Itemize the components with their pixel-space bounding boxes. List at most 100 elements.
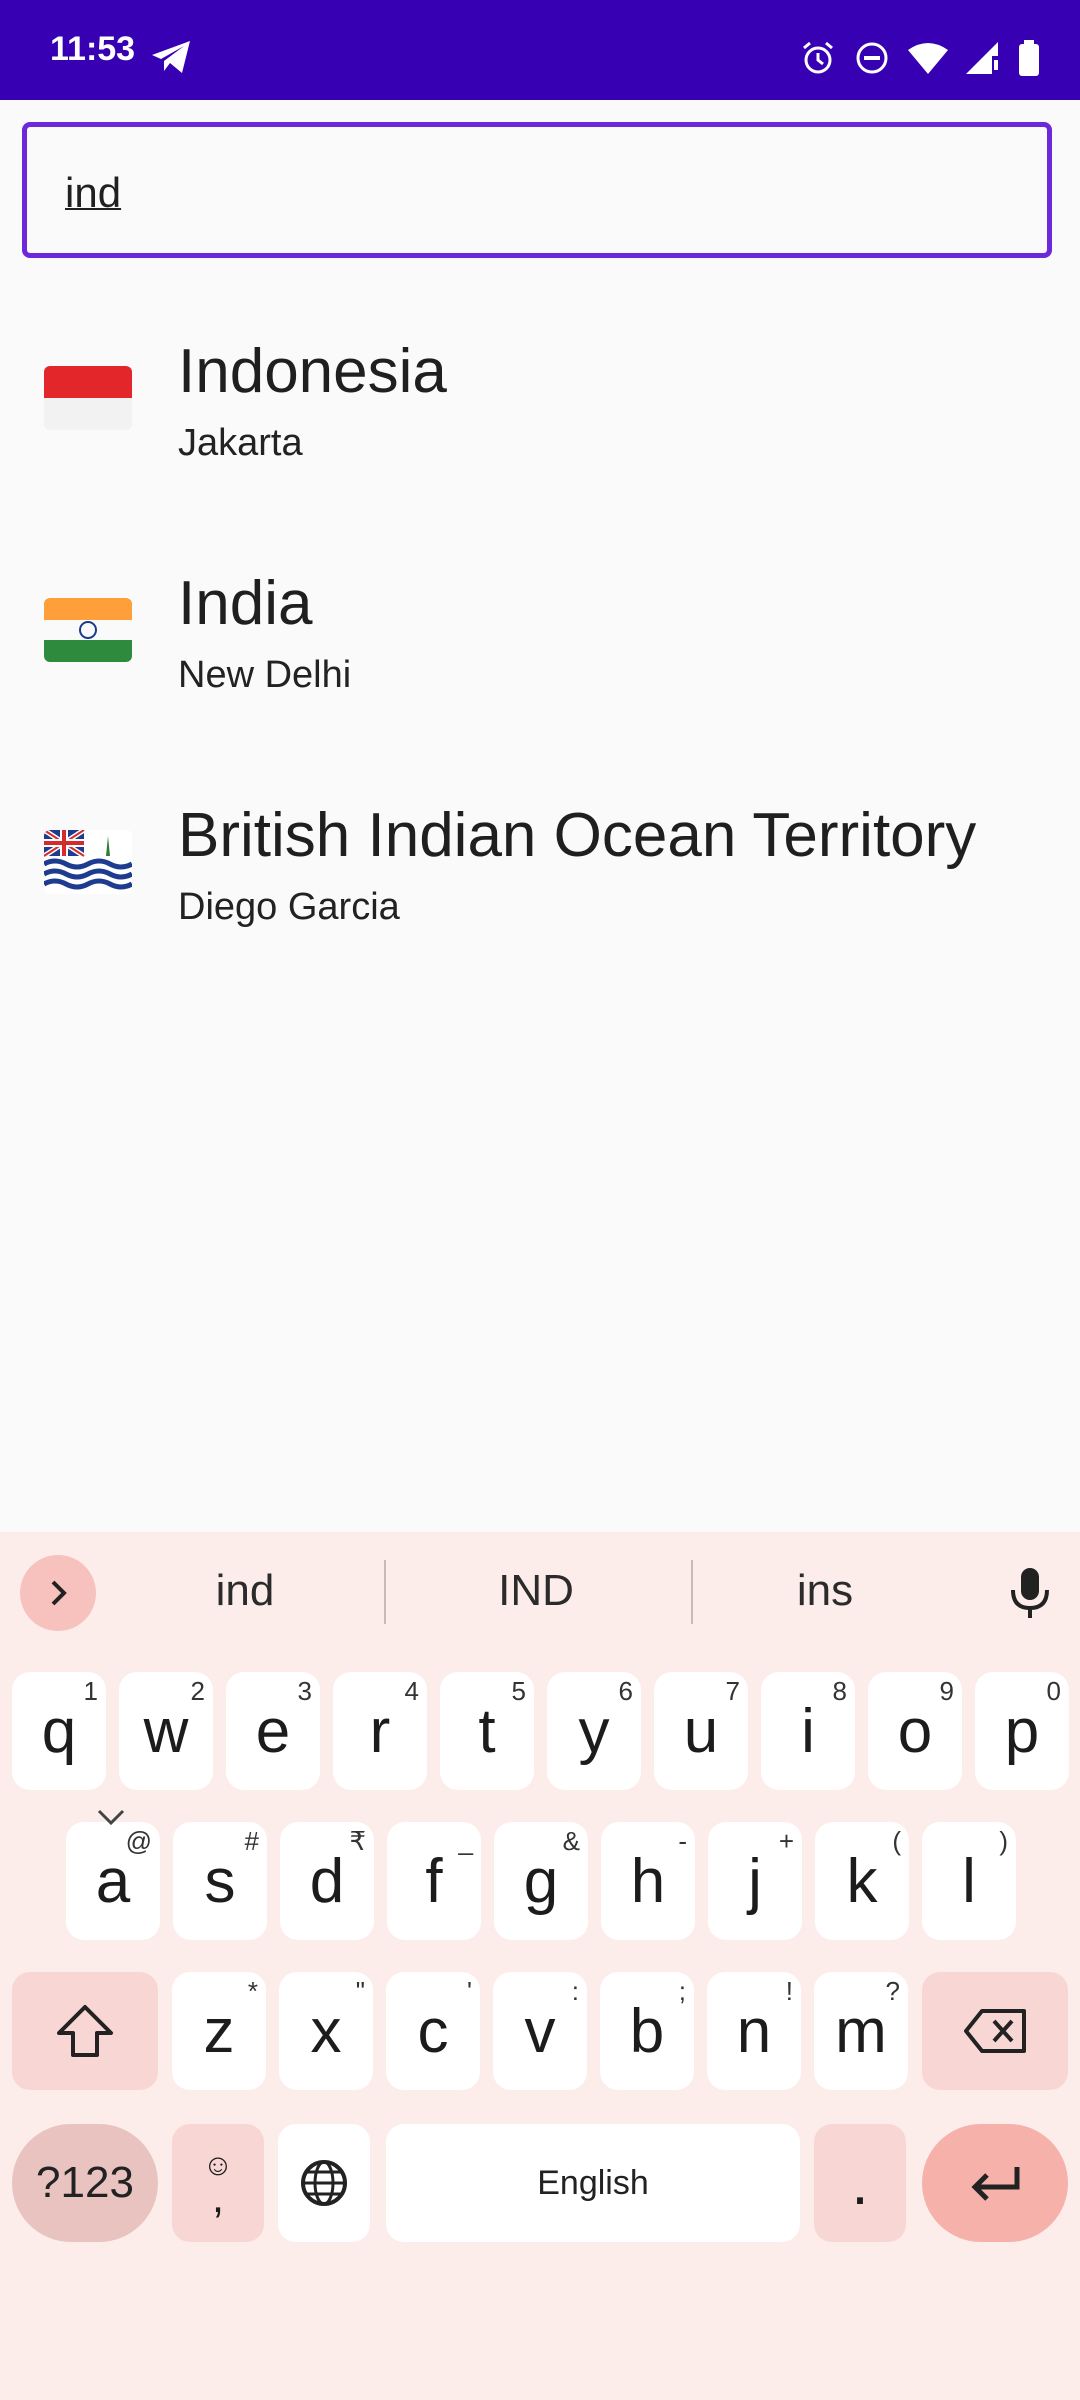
key-g[interactable]: g &: [494, 1822, 588, 1940]
key-hint: +: [778, 1826, 794, 1856]
key-c[interactable]: c ': [386, 1972, 480, 2090]
key-v[interactable]: v:: [493, 1972, 587, 2090]
key-j[interactable]: j +: [708, 1822, 802, 1940]
key-hint: ?: [885, 1976, 900, 2006]
alarm-icon: [800, 40, 836, 81]
search-field[interactable]: [22, 122, 1052, 258]
signal-icon: [966, 42, 1000, 79]
microphone-icon[interactable]: [1008, 1566, 1052, 1625]
key-f[interactable]: f _: [387, 1822, 481, 1940]
key-r[interactable]: r4: [333, 1672, 427, 1790]
backspace-icon: [964, 2009, 1026, 2053]
enter-key[interactable]: [922, 2124, 1068, 2242]
search-input[interactable]: [63, 157, 967, 229]
capital-name: Diego Garcia: [178, 886, 400, 928]
key-label: k: [846, 1846, 878, 1916]
suggestion-1[interactable]: ind: [105, 1566, 385, 1616]
results-list: Indonesia Jakarta India New Delhi Britis…: [0, 300, 1080, 996]
status-bar: 11:53: [0, 0, 1080, 100]
key-hint: 6: [618, 1676, 633, 1706]
keyboard: ind IND ins q1w2e3r4t5y6u7i8o9p0 a @ s # d ₹ f…: [0, 1532, 1080, 2400]
key-hint: 2: [190, 1676, 205, 1706]
key-u[interactable]: u7: [654, 1672, 748, 1790]
suggestion-3[interactable]: ins: [685, 1566, 965, 1616]
key-i[interactable]: i8: [761, 1672, 855, 1790]
key-z[interactable]: z *: [172, 1972, 266, 2090]
capital-name: Jakarta: [178, 422, 303, 464]
key-m[interactable]: m?: [814, 1972, 908, 2090]
list-item[interactable]: India New Delhi: [0, 532, 1080, 764]
key-label: l: [962, 1846, 976, 1916]
key-hint: 1: [83, 1676, 98, 1706]
india-flag-icon: [44, 598, 132, 662]
key-hint: _: [458, 1826, 473, 1856]
key-hint: -: [678, 1826, 687, 1856]
expand-toolbar-button[interactable]: [20, 1555, 96, 1631]
key-d[interactable]: d ₹: [280, 1822, 374, 1940]
key-y[interactable]: y6: [547, 1672, 641, 1790]
suggestion-bar: ind IND ins: [0, 1532, 1080, 1652]
list-item[interactable]: British Indian Ocean Territory Diego Gar…: [0, 764, 1080, 996]
backspace-key[interactable]: [922, 1972, 1068, 2090]
comma-label: ,: [211, 2173, 225, 2222]
key-hint: 3: [297, 1676, 312, 1706]
key-l[interactable]: l): [922, 1822, 1016, 1940]
battery-icon: [1018, 40, 1040, 81]
key-label: t: [478, 1696, 496, 1766]
key-hint: (: [892, 1826, 901, 1856]
globe-icon: [301, 2160, 347, 2206]
key-hint: ;: [678, 1976, 686, 2006]
telegram-icon: [150, 40, 192, 79]
capital-name: New Delhi: [178, 654, 352, 696]
key-label: o: [897, 1696, 933, 1766]
suggestion-2[interactable]: IND: [396, 1566, 676, 1616]
language-key[interactable]: [278, 2124, 370, 2242]
key-label: p: [1004, 1696, 1040, 1766]
key-s[interactable]: s #: [173, 1822, 267, 1940]
biot-flag-icon: [44, 830, 132, 894]
space-key[interactable]: English: [386, 2124, 800, 2242]
key-hint: 0: [1046, 1676, 1061, 1706]
key-o[interactable]: o9: [868, 1672, 962, 1790]
key-q[interactable]: q1: [12, 1672, 106, 1790]
key-label: r: [369, 1696, 391, 1766]
key-h[interactable]: h-: [601, 1822, 695, 1940]
key-b[interactable]: b;: [600, 1972, 694, 2090]
key-a[interactable]: a @: [66, 1822, 160, 1940]
key-label: u: [683, 1696, 719, 1766]
key-e[interactable]: e3: [226, 1672, 320, 1790]
key-n[interactable]: n!: [707, 1972, 801, 2090]
key-label: n: [736, 1996, 772, 2066]
key-label: z: [203, 1996, 235, 2066]
key-t[interactable]: t5: [440, 1672, 534, 1790]
hide-keyboard-icon[interactable]: [96, 1808, 126, 1831]
key-x[interactable]: x ": [279, 1972, 373, 2090]
key-hint: *: [247, 1976, 258, 2006]
key-hint: #: [244, 1826, 259, 1856]
key-hint: ₹: [349, 1826, 366, 1856]
key-label: c: [417, 1996, 449, 2066]
shift-key[interactable]: [12, 1972, 158, 2090]
chevron-right-icon: [51, 1580, 67, 1606]
key-label: d: [309, 1846, 345, 1916]
enter-icon: [971, 2167, 1020, 2201]
key-hint: 7: [725, 1676, 740, 1706]
key-hint: 4: [404, 1676, 419, 1706]
key-hint: 9: [939, 1676, 954, 1706]
country-name: British Indian Ocean Territory: [178, 801, 977, 870]
key-hint: 5: [511, 1676, 526, 1706]
emoji-comma-key[interactable]: ☺ ,: [172, 2124, 264, 2242]
dnd-icon: [854, 40, 890, 81]
period-key[interactable]: .: [814, 2124, 906, 2242]
key-label: y: [578, 1696, 610, 1766]
symbols-key[interactable]: ?123: [12, 2124, 158, 2242]
key-label: j: [748, 1846, 762, 1916]
key-label: v: [524, 1996, 556, 2066]
key-w[interactable]: w2: [119, 1672, 213, 1790]
country-name: India: [178, 569, 313, 638]
status-time: 11:53: [50, 30, 136, 68]
key-label: m: [835, 1996, 887, 2066]
list-item[interactable]: Indonesia Jakarta: [0, 300, 1080, 532]
key-k[interactable]: k(: [815, 1822, 909, 1940]
key-p[interactable]: p0: [975, 1672, 1069, 1790]
